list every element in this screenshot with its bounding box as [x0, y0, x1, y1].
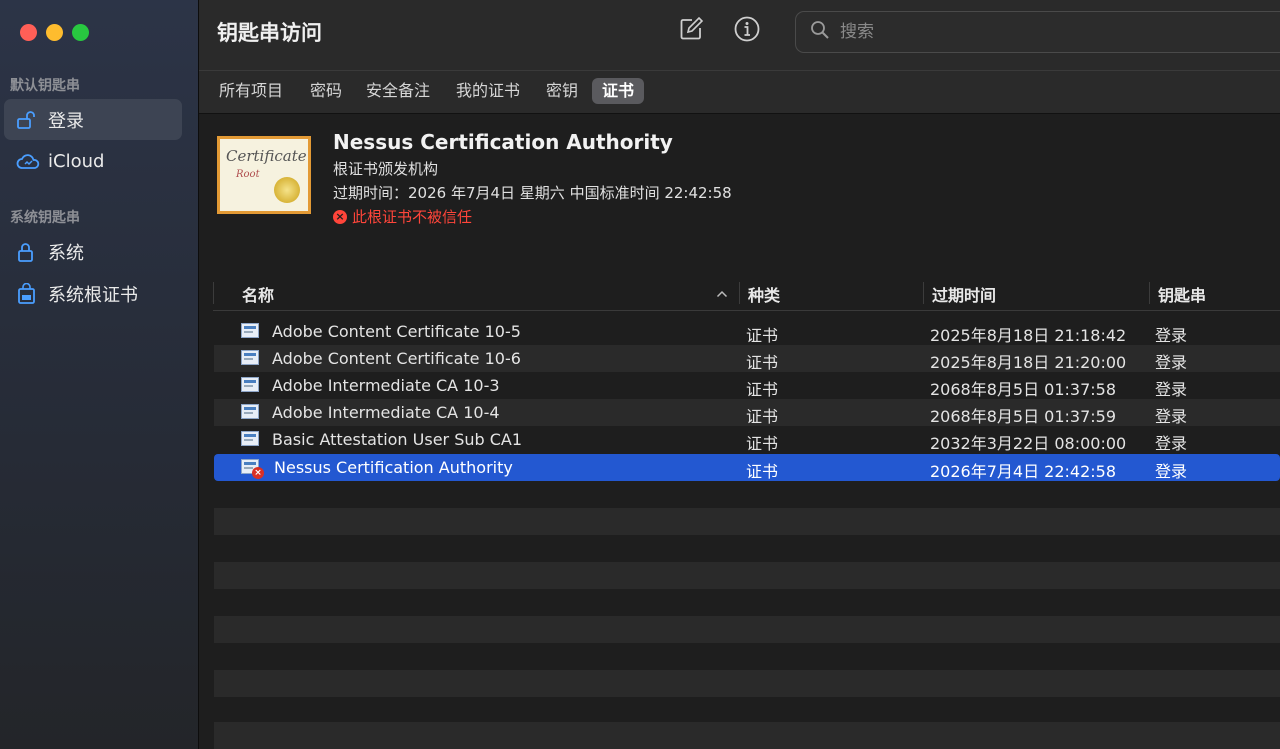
trust-warning: × 此根证书不被信任 [333, 206, 472, 227]
certificate-icon [241, 350, 259, 365]
compose-icon [678, 16, 704, 46]
error-icon: × [333, 209, 347, 224]
tab-my-certificates[interactable]: 我的证书 [446, 78, 530, 104]
window-title: 钥匙串访问 [217, 21, 322, 45]
locked-cabinet-icon [16, 282, 42, 305]
search-input[interactable] [838, 21, 1262, 43]
cloud-icon [16, 153, 42, 171]
search-icon [810, 20, 830, 44]
tab-secure-notes[interactable]: 安全备注 [356, 78, 440, 104]
sidebar-item-label: 登录 [48, 110, 84, 132]
table-row[interactable]: Adobe Content Certificate 10-6 证书 2025年8… [214, 345, 1280, 372]
certificate-kind: 根证书颁发机构 [333, 160, 439, 178]
table-row[interactable]: Adobe Intermediate CA 10-3 证书 2068年8月5日 … [214, 372, 1280, 399]
sidebar-item-label: 系统根证书 [48, 284, 138, 306]
column-header-expires[interactable]: 过期时间 [932, 282, 996, 306]
sidebar-item-label: iCloud [48, 151, 105, 172]
lock-icon [16, 241, 42, 263]
toolbar: 钥匙串访问 [199, 0, 1280, 71]
sidebar-item-system[interactable]: 系统 [4, 231, 182, 272]
sidebar-item-system-roots[interactable]: 系统根证书 [4, 273, 182, 314]
certificate-icon [241, 431, 259, 446]
table-row[interactable]: Basic Attestation User Sub CA1 证书 2032年3… [214, 426, 1280, 453]
trust-warning-text: 此根证书不被信任 [352, 208, 473, 226]
untrusted-certificate-icon: × [241, 459, 264, 479]
certificate-icon [241, 377, 259, 392]
sidebar-item-login[interactable]: 登录 [4, 99, 182, 140]
new-item-button[interactable] [676, 16, 706, 46]
sidebar-item-label: 系统 [48, 242, 84, 264]
empty-row-stripe [214, 616, 1280, 643]
info-icon [733, 15, 761, 47]
empty-row-stripe [214, 508, 1280, 535]
column-header-keychain[interactable]: 钥匙串 [1158, 282, 1206, 306]
table-row[interactable]: Adobe Content Certificate 10-5 证书 2025年8… [214, 318, 1280, 345]
tab-keys[interactable]: 密钥 [536, 78, 588, 104]
empty-row-stripe [214, 670, 1280, 697]
default-keychains-header: 默认钥匙串 [10, 78, 80, 94]
certificate-icon [241, 323, 259, 338]
unlocked-lock-icon [16, 110, 42, 130]
table-row[interactable]: Adobe Intermediate CA 10-4 证书 2068年8月5日 … [214, 399, 1280, 426]
table-row-selected[interactable]: × Nessus Certification Authority 证书 2026… [214, 454, 1280, 481]
certificate-name: Nessus Certification Authority [333, 130, 673, 154]
sort-ascending-icon[interactable] [716, 284, 728, 303]
tab-passwords[interactable]: 密码 [300, 78, 352, 104]
tab-certificates[interactable]: 证书 [592, 78, 645, 104]
empty-row-stripe [214, 722, 1280, 749]
sidebar: 默认钥匙串 登录 iCloud 系统钥匙串 系统 系统根证书 [0, 0, 199, 749]
system-keychains-header: 系统钥匙串 [10, 210, 80, 226]
tab-all-items[interactable]: 所有项目 [209, 78, 293, 104]
minimize-window-button[interactable] [46, 24, 63, 41]
window-controls [20, 24, 89, 41]
column-header-kind[interactable]: 种类 [748, 282, 780, 306]
certificate-expiry: 过期时间：2026 年7月4日 星期六 中国标准时间 22:42:58 [333, 184, 732, 202]
zoom-window-button[interactable] [72, 24, 89, 41]
sidebar-item-icloud[interactable]: iCloud [4, 141, 182, 182]
close-window-button[interactable] [20, 24, 37, 41]
certificate-icon [241, 404, 259, 419]
category-tabs: 所有项目 密码 安全备注 我的证书 密钥 证书 [199, 71, 1280, 114]
table-header: 名称 种类 过期时间 钥匙串 [213, 276, 1280, 311]
empty-row-stripe [214, 562, 1280, 589]
search-field[interactable] [795, 11, 1280, 53]
get-info-button[interactable] [732, 16, 762, 46]
column-header-name[interactable]: 名称 [242, 282, 274, 306]
certificate-root-icon: Certificate Root [217, 136, 311, 214]
main-pane: 钥匙串访问 所有项目 密码 安全备注 我的证书 密钥 证书 Certificat… [199, 0, 1280, 749]
